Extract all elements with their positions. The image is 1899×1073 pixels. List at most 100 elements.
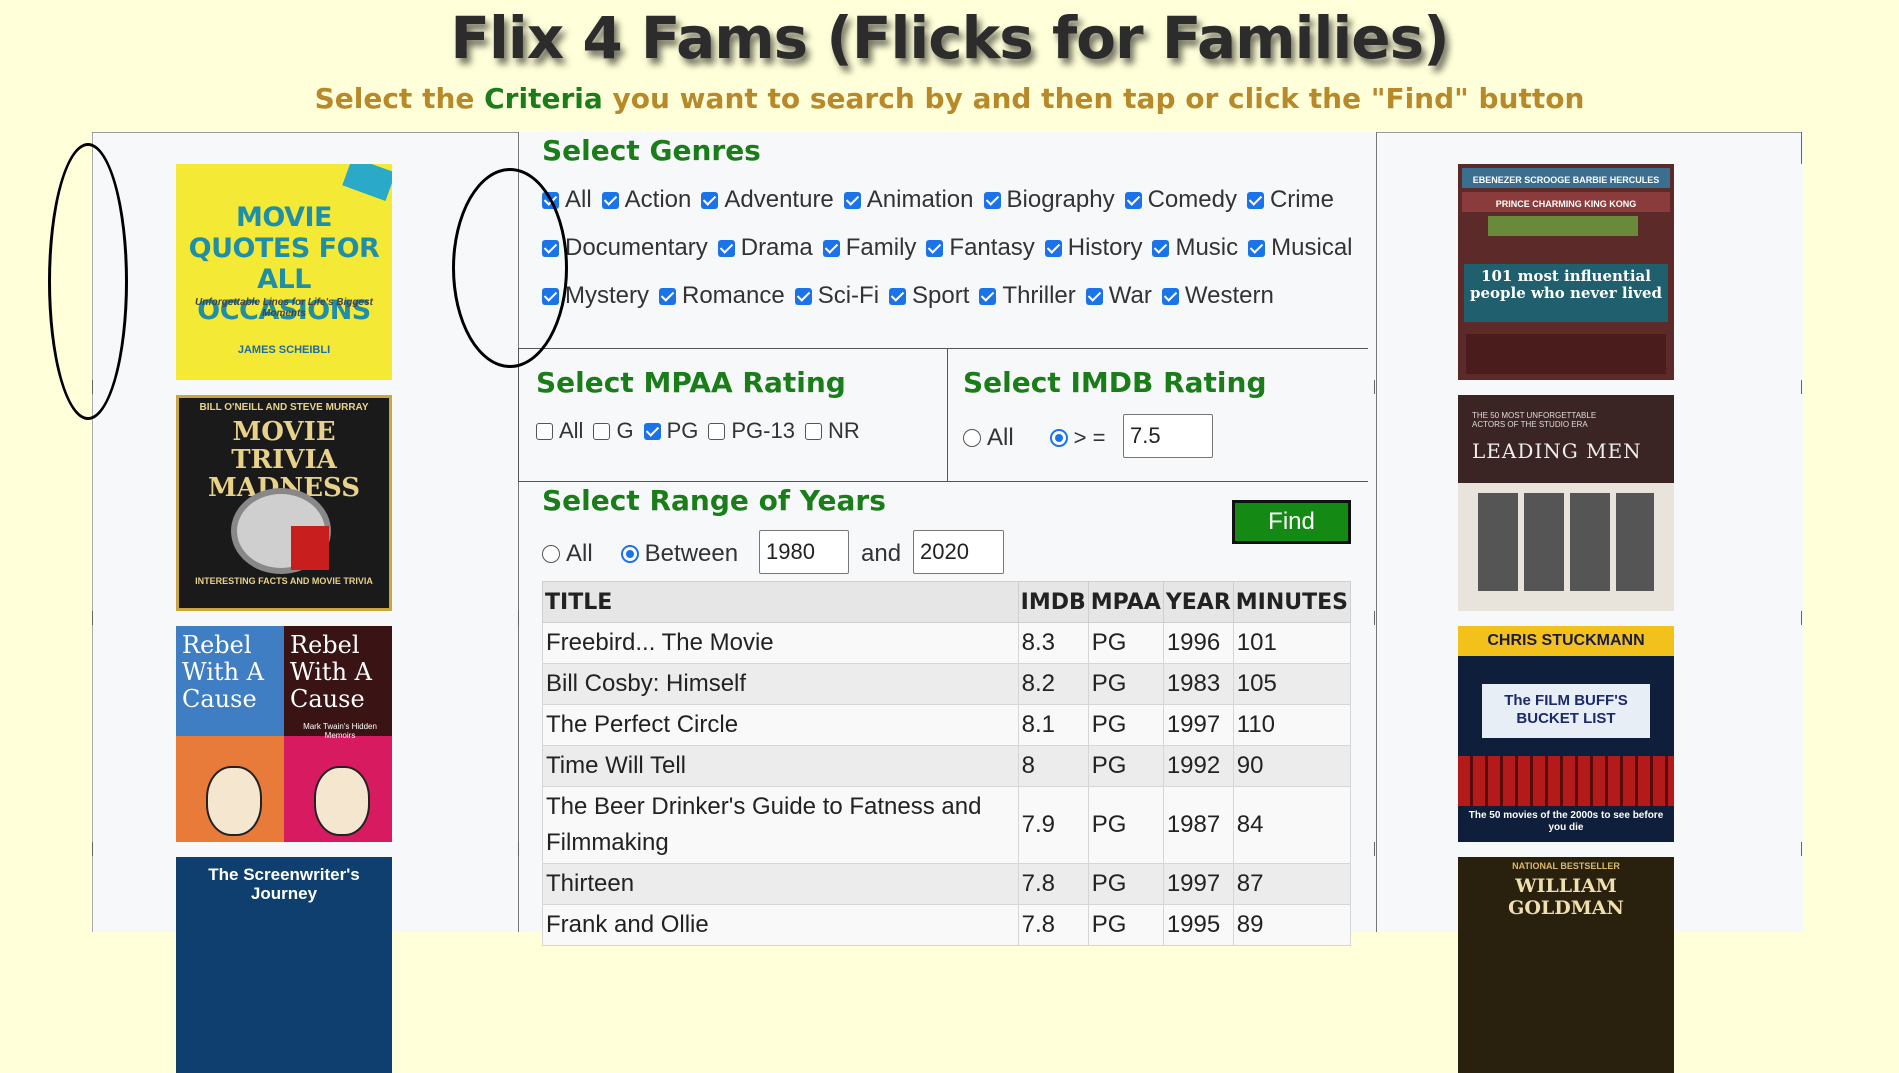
column-header-imdb[interactable]: IMDB <box>1017 581 1089 623</box>
table-cell: PG <box>1087 863 1164 905</box>
book-cover-movie-quotes[interactable]: MOVIE QUOTES FOR ALL OCCASIONS Unforgett… <box>176 164 392 380</box>
divider-tick <box>1801 611 1802 625</box>
book-cover-william-goldman[interactable]: NATIONAL BESTSELLER WILLIAM GOLDMAN <box>1458 857 1674 1073</box>
imdb-rating-input[interactable]: 7.5 <box>1123 414 1213 458</box>
table-cell: 1997 <box>1162 704 1234 746</box>
popcorn-image <box>291 526 329 570</box>
cover-stripe <box>1488 216 1638 236</box>
genre-checkbox-action[interactable] <box>601 191 619 209</box>
genre-checkbox-drama[interactable] <box>717 239 735 257</box>
genre-checkbox-family[interactable] <box>822 239 840 257</box>
column-header-mpaa[interactable]: MPAA <box>1087 581 1164 623</box>
book-title-alt: Rebel With A Cause <box>290 631 372 713</box>
results-table: TITLE IMDB MPAA YEAR MINUTES Freebird... The… <box>542 581 1352 946</box>
table-cell: 8.1 <box>1017 704 1089 746</box>
book-subtitle: NATIONAL BESTSELLER <box>1512 861 1620 871</box>
genre-label-adventure: Adventure <box>724 186 834 213</box>
years-options: All Between <box>542 540 738 568</box>
cover-footer <box>1466 334 1666 374</box>
genre-label-fantasy: Fantasy <box>949 234 1035 261</box>
book-cover-rebel-with-a-cause[interactable]: Rebel With A Cause Rebel With A Cause Ma… <box>176 626 392 842</box>
year-from-input[interactable]: 1980 <box>759 530 849 574</box>
genre-checkbox-musical[interactable] <box>1248 239 1266 257</box>
divider-tick <box>1374 842 1375 856</box>
column-header-year[interactable]: YEAR <box>1162 581 1234 623</box>
imdb-gte-label: > = <box>1073 425 1106 450</box>
imdb-all-radio[interactable] <box>963 429 981 447</box>
mpaa-label-all: All <box>559 418 584 443</box>
imdb-all-label: All <box>987 424 1014 451</box>
genre-checkbox-thriller[interactable] <box>979 287 997 305</box>
genre-label-romance: Romance <box>682 282 785 309</box>
genre-checkbox-biography[interactable] <box>983 191 1001 209</box>
years-and-label-wrap: and <box>861 540 901 568</box>
table-cell: 101 <box>1232 622 1352 664</box>
genre-checkbox-animation[interactable] <box>843 191 861 209</box>
table-row[interactable]: Time Will Tell 8 PG 1992 90 <box>542 745 1352 787</box>
genre-row: Mystery Romance Sci-Fi Sport Thriller War West… <box>542 282 1274 310</box>
table-cell: 1996 <box>1162 622 1234 664</box>
book-subtitle: Mark Twain's Hidden Memoirs <box>303 722 377 740</box>
genre-checkbox-crime[interactable] <box>1246 191 1264 209</box>
genre-checkbox-history[interactable] <box>1044 239 1062 257</box>
years-between-radio[interactable] <box>620 545 639 563</box>
table-row[interactable]: The Perfect Circle 8.1 PG 1997 110 <box>542 704 1352 746</box>
genre-checkbox-sci-fi[interactable] <box>794 287 812 305</box>
mpaa-label-nr: NR <box>827 418 860 443</box>
mpaa-label-pg-13: PG-13 <box>731 418 795 443</box>
genre-label-western: Western <box>1184 282 1274 309</box>
years-and-label: and <box>861 540 902 567</box>
genre-checkbox-war[interactable] <box>1085 287 1103 305</box>
table-cell: 7.8 <box>1017 863 1089 905</box>
genre-checkbox-fantasy[interactable] <box>926 239 944 257</box>
genre-checkbox-music[interactable] <box>1152 239 1170 257</box>
annotation-oval <box>452 168 568 368</box>
find-button[interactable]: Find <box>1232 500 1351 544</box>
mpaa-checkbox-g[interactable] <box>593 422 611 440</box>
book-subtitle: The 50 movies of the 2000s to see before… <box>1468 810 1664 833</box>
genre-checkbox-comedy[interactable] <box>1124 191 1142 209</box>
imdb-gte-radio[interactable] <box>1049 429 1068 447</box>
book-cover-leading-men[interactable]: THE 50 MOST UNFORGETTABLE ACTORS OF THE … <box>1458 395 1674 611</box>
table-cell: 110 <box>1232 704 1352 746</box>
mpaa-checkbox-pg[interactable] <box>643 422 661 440</box>
genre-checkbox-adventure[interactable] <box>701 191 719 209</box>
table-row[interactable]: Freebird... The Movie 8.3 PG 1996 101 <box>542 622 1352 664</box>
genre-label-family: Family <box>845 234 917 261</box>
genre-checkbox-western[interactable] <box>1161 287 1179 305</box>
table-cell: 84 <box>1232 786 1352 864</box>
annotation-oval <box>48 143 128 420</box>
years-all-radio[interactable] <box>542 545 560 563</box>
genre-label-music: Music <box>1175 234 1239 261</box>
table-cell: 8.2 <box>1017 663 1089 705</box>
book-author: BILL O'NEILL AND STEVE MURRAY <box>199 402 369 413</box>
genre-label-musical: Musical <box>1271 234 1353 261</box>
genre-label-drama: Drama <box>740 234 813 261</box>
book-cover-101-influential-people[interactable]: EBENEZER SCROOGE BARBIE HERCULES PRINCE … <box>1458 164 1674 380</box>
column-header-minutes[interactable]: MINUTES <box>1232 581 1352 623</box>
book-cover-screenwriters-journey[interactable]: The Screenwriter's Journey <box>176 857 392 1073</box>
genre-label-sci-fi: Sci-Fi <box>817 282 880 309</box>
genre-label-documentary: Documentary <box>565 234 708 261</box>
table-cell: 1997 <box>1162 863 1234 905</box>
book-cover-film-buffs-bucket-list[interactable]: CHRIS STUCKMANN The FILM BUFF'S BUCKET L… <box>1458 626 1674 842</box>
book-cover-movie-trivia[interactable]: BILL O'NEILL AND STEVE MURRAY MOVIE TRIV… <box>176 395 392 611</box>
page-title: Flix 4 Fams (Flicks for Families) <box>450 4 1449 72</box>
mpaa-checkbox-nr[interactable] <box>804 422 822 440</box>
imdb-options: All > = <box>963 424 1105 452</box>
year-to-input[interactable]: 2020 <box>913 530 1004 574</box>
genre-checkbox-sport[interactable] <box>889 287 907 305</box>
table-cell: 8 <box>1017 745 1089 787</box>
table-cell: PG <box>1087 622 1164 664</box>
table-row[interactable]: The Beer Drinker's Guide to Fatness and … <box>542 786 1352 864</box>
table-row[interactable]: Bill Cosby: Himself 8.2 PG 1983 105 <box>542 663 1352 705</box>
years-between-label: Between <box>644 540 739 567</box>
mpaa-checkbox-all[interactable] <box>536 422 553 440</box>
mpaa-checkbox-pg-13[interactable] <box>708 422 726 440</box>
book-title: LEADING MEN <box>1472 439 1642 463</box>
table-cell: PG <box>1087 663 1164 705</box>
column-header-title[interactable]: TITLE <box>542 581 1019 623</box>
genre-checkbox-romance[interactable] <box>659 287 676 305</box>
table-row[interactable]: Thirteen 7.8 PG 1997 87 <box>542 863 1352 905</box>
divider-tick <box>1801 842 1802 856</box>
